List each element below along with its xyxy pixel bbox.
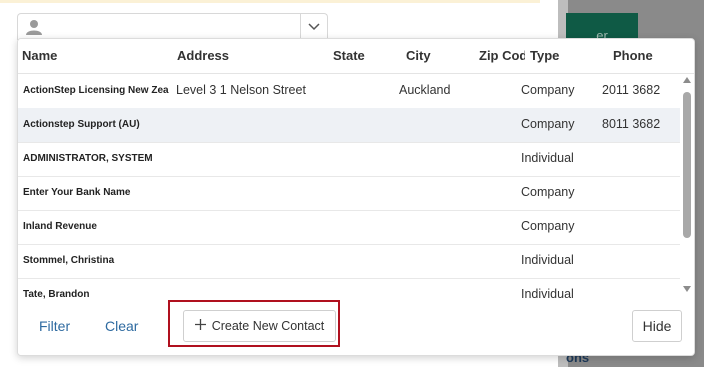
table-row[interactable]: Enter Your Bank Name Company (18, 176, 680, 211)
hide-button[interactable]: Hide (632, 310, 682, 342)
cell-type: Individual (521, 253, 574, 267)
popup-footer: Filter Clear Create New Contact Hide (18, 301, 694, 355)
chevron-down-icon[interactable] (300, 14, 327, 40)
cell-name: Actionstep Support (AU) (23, 119, 140, 130)
column-header-state[interactable]: State (333, 48, 393, 63)
cell-name: Inland Revenue (23, 221, 97, 232)
cell-name: Enter Your Bank Name (23, 187, 131, 198)
person-icon (25, 18, 43, 36)
contact-picker-popup: Name Address State City Zip Code Type Ph… (17, 38, 695, 356)
cell-type: Company (521, 117, 575, 131)
cell-type: Company (521, 185, 575, 199)
top-banner-strip (0, 0, 540, 3)
cell-name: ADMINISTRATOR, SYSTEM (23, 153, 153, 164)
table-header: Name Address State City Zip Code Type Ph… (18, 39, 694, 74)
scrollbar-thumb[interactable] (683, 92, 691, 238)
table-row[interactable]: Tate, Brandon Individual (18, 278, 680, 301)
table-body: ActionStep Licensing New Zealand Level 3… (18, 74, 680, 301)
cell-name: Tate, Brandon (23, 289, 90, 300)
column-header-type[interactable]: Type (530, 48, 590, 63)
column-header-address[interactable]: Address (177, 48, 317, 63)
cell-type: Company (521, 219, 575, 233)
highlight-box (168, 300, 340, 347)
table-row[interactable]: Actionstep Support (AU) Company 8011 368… (18, 108, 680, 143)
table-row[interactable]: Stommel, Christina Individual (18, 244, 680, 279)
column-header-name[interactable]: Name (22, 48, 162, 63)
vertical-scrollbar[interactable] (680, 74, 694, 301)
column-header-phone[interactable]: Phone (613, 48, 673, 63)
scroll-up-icon[interactable] (683, 77, 691, 83)
cell-phone: 8011 3682 (602, 117, 661, 131)
cell-type: Individual (521, 287, 574, 301)
cell-type: Individual (521, 151, 574, 165)
cell-name: Stommel, Christina (23, 255, 115, 266)
table-row[interactable]: ActionStep Licensing New Zealand Level 3… (18, 74, 680, 109)
table-row[interactable]: ADMINISTRATOR, SYSTEM Individual (18, 142, 680, 177)
cell-name: ActionStep Licensing New Zealand (23, 85, 169, 96)
contact-select[interactable] (17, 13, 328, 40)
column-header-zip[interactable]: Zip Code (479, 48, 525, 63)
cell-type: Company (521, 83, 575, 97)
hide-label: Hide (642, 318, 672, 334)
cell-address: Level 3 1 Nelson Street (176, 83, 306, 97)
table-row[interactable]: Inland Revenue Company (18, 210, 680, 245)
clear-button[interactable]: Clear (105, 318, 138, 334)
filter-button[interactable]: Filter (39, 318, 70, 334)
scroll-down-icon[interactable] (683, 286, 691, 292)
cell-city: Auckland (399, 83, 451, 97)
cell-phone: 2011 3682 (602, 83, 661, 97)
column-header-city[interactable]: City (406, 48, 466, 63)
